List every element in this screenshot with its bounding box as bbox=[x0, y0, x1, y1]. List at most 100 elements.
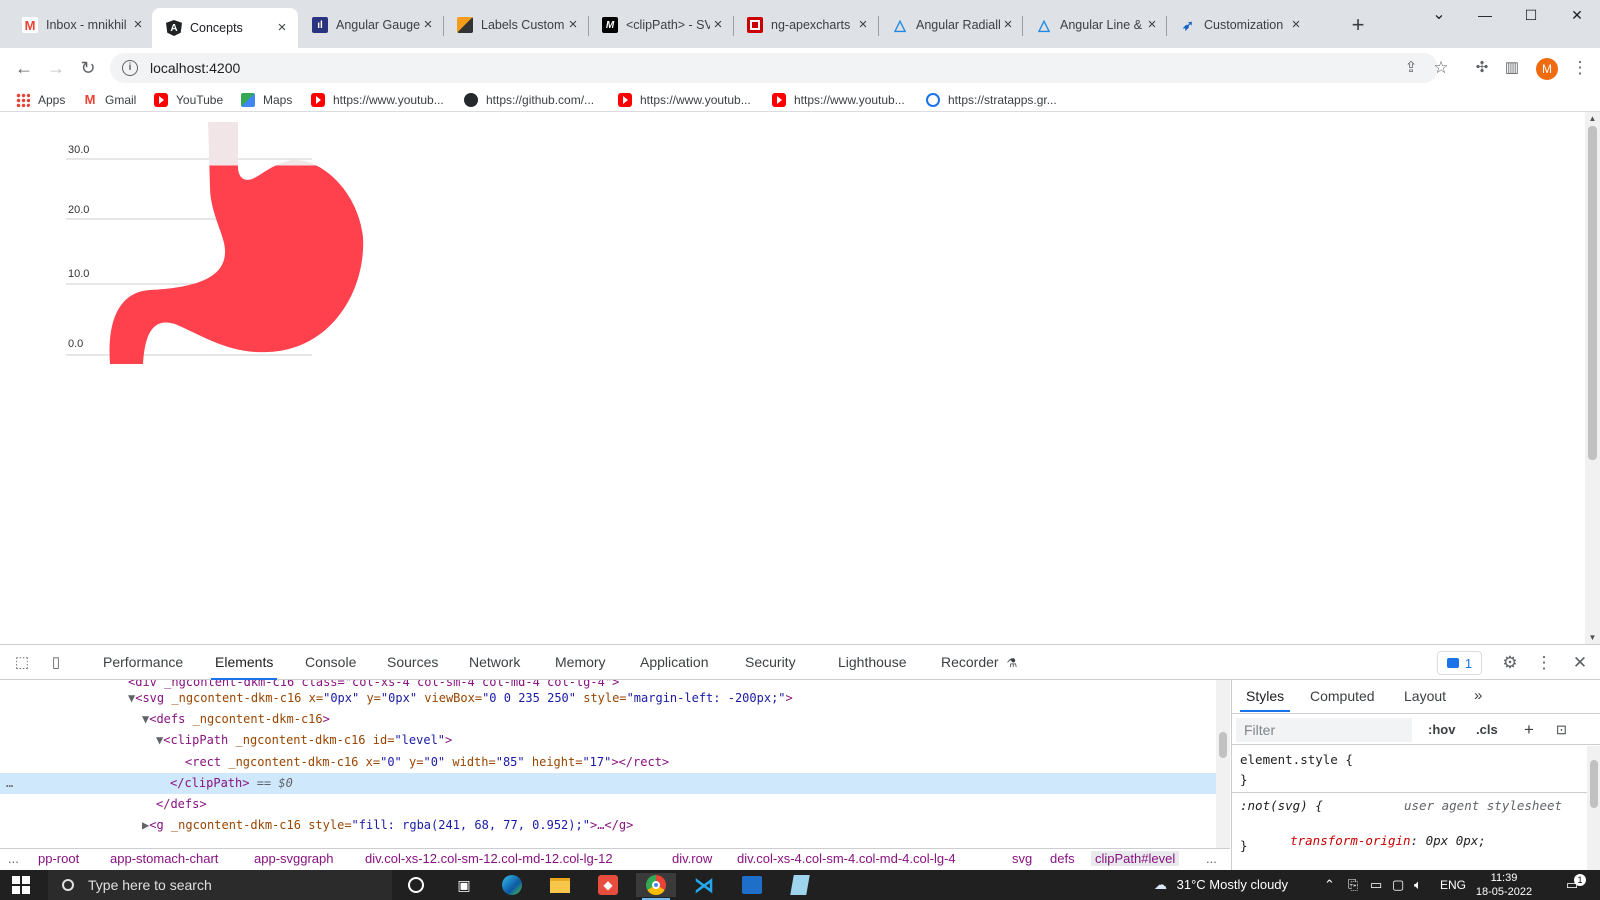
scrollbar-thumb[interactable] bbox=[1588, 126, 1597, 460]
side-panel-icon[interactable]: ▥ bbox=[1498, 54, 1526, 82]
chrome-icon[interactable] bbox=[636, 873, 676, 900]
notepad-icon[interactable] bbox=[780, 873, 820, 897]
bookmark-youtube-link[interactable]: https://www.youtub... bbox=[772, 91, 905, 109]
breadcrumb-item[interactable]: div.col-xs-4.col-sm-4.col-md-4.col-lg-4 bbox=[737, 851, 956, 866]
breadcrumb-overflow[interactable]: ... bbox=[8, 851, 19, 866]
inspect-element-icon[interactable]: ⬚ bbox=[10, 651, 34, 675]
devtools-tab-network[interactable]: Network bbox=[469, 645, 520, 680]
tab-ng-apexcharts[interactable]: ng-apexcharts × bbox=[733, 8, 879, 42]
devtools-tab-security[interactable]: Security bbox=[745, 645, 796, 680]
close-tab-icon[interactable]: × bbox=[565, 17, 581, 33]
tray-chevron-icon[interactable]: ⌃ bbox=[1324, 870, 1335, 900]
settings-gear-icon[interactable]: ⚙ bbox=[1498, 651, 1522, 675]
back-arrow-icon[interactable]: ← bbox=[10, 54, 38, 82]
photos-icon[interactable] bbox=[732, 873, 772, 897]
tab-search-button[interactable]: ⌄ bbox=[1416, 0, 1462, 32]
bookmark-stratapps[interactable]: https://stratapps.gr... bbox=[926, 91, 1057, 109]
close-tab-icon[interactable]: × bbox=[855, 17, 871, 33]
breadcrumb-item[interactable]: svg bbox=[1012, 851, 1032, 866]
styles-tab[interactable]: Styles bbox=[1239, 680, 1291, 712]
tab-clippath-mdn[interactable]: M <clipPath> - SV × bbox=[588, 8, 734, 42]
close-devtools-icon[interactable]: ✕ bbox=[1568, 651, 1592, 675]
close-tab-icon[interactable]: × bbox=[1288, 17, 1304, 33]
minimize-button[interactable]: — bbox=[1462, 0, 1508, 32]
scroll-down-arrow-icon[interactable]: ▼ bbox=[1585, 633, 1600, 642]
language-indicator[interactable]: ENG bbox=[1440, 870, 1466, 900]
bookmark-youtube[interactable]: YouTube bbox=[154, 91, 223, 109]
scrollbar-thumb[interactable] bbox=[1590, 760, 1598, 808]
scroll-up-arrow-icon[interactable]: ▲ bbox=[1585, 114, 1600, 123]
task-view-icon[interactable]: ▣ bbox=[444, 873, 484, 897]
page-scrollbar[interactable]: ▲ ▼ bbox=[1585, 112, 1600, 644]
bookmark-youtube-link[interactable]: https://www.youtub... bbox=[311, 91, 444, 109]
device-toolbar-icon[interactable]: ▯ bbox=[44, 651, 68, 675]
breadcrumb-item[interactable]: defs bbox=[1050, 851, 1075, 866]
breadcrumb-item[interactable]: div.row bbox=[672, 851, 712, 866]
git-client-icon[interactable]: ◆ bbox=[588, 873, 628, 897]
devtools-tab-elements[interactable]: Elements bbox=[210, 645, 278, 680]
battery-icon[interactable]: ▭ bbox=[1370, 870, 1382, 900]
extensions-puzzle-icon[interactable]: ✣ bbox=[1468, 54, 1496, 82]
share-icon[interactable]: ⇪ bbox=[1397, 54, 1425, 82]
devtools-tab-memory[interactable]: Memory bbox=[555, 645, 606, 680]
devtools-tab-lighthouse[interactable]: Lighthouse bbox=[838, 645, 907, 680]
devtools-tab-console[interactable]: Console bbox=[305, 645, 356, 680]
maximize-button[interactable]: ☐ bbox=[1508, 0, 1554, 32]
hover-state-toggle[interactable]: :hov bbox=[1428, 718, 1455, 742]
bookmark-star-icon[interactable]: ☆ bbox=[1427, 54, 1455, 82]
elements-scrollbar[interactable] bbox=[1216, 680, 1230, 848]
tab-inbox[interactable]: M Inbox - mnikhil × bbox=[8, 8, 154, 42]
toggle-sidebar-icon[interactable]: ⊡ bbox=[1556, 718, 1567, 742]
close-tab-icon[interactable]: × bbox=[1144, 17, 1160, 33]
devtools-tab-application[interactable]: Application bbox=[640, 645, 709, 680]
dom-node-line[interactable]: ▶<g _ngcontent-dkm-c16 style="fill: rgba… bbox=[0, 815, 1216, 836]
profile-avatar[interactable]: M bbox=[1536, 58, 1558, 80]
taskbar-search-box[interactable]: Type here to search bbox=[48, 870, 392, 900]
tab-angular-line[interactable]: △ Angular Line & × bbox=[1022, 8, 1168, 42]
issues-button[interactable]: 1 bbox=[1437, 651, 1482, 675]
tab-angular-radial[interactable]: △ Angular Radiall × bbox=[878, 8, 1024, 42]
rule-selector[interactable]: :not(svg) { bbox=[1240, 798, 1323, 813]
bookmark-youtube-link[interactable]: https://www.youtub... bbox=[618, 91, 751, 109]
file-explorer-icon[interactable] bbox=[540, 873, 580, 897]
windows-start-icon[interactable] bbox=[12, 876, 32, 894]
cortana-icon[interactable] bbox=[396, 873, 436, 897]
volume-icon[interactable]: 🔈︎ bbox=[1414, 870, 1422, 900]
breadcrumb-item[interactable]: app-stomach-chart bbox=[110, 851, 218, 866]
site-info-icon[interactable]: i bbox=[122, 60, 138, 76]
vscode-icon[interactable]: ⋊ bbox=[684, 873, 724, 897]
tab-concepts[interactable]: A Concepts × bbox=[152, 8, 298, 48]
more-tabs-chevron-icon[interactable]: » bbox=[1474, 680, 1482, 712]
scrollbar-thumb[interactable] bbox=[1219, 732, 1227, 758]
devtools-more-icon[interactable]: ⋮ bbox=[1532, 651, 1556, 675]
address-bar[interactable]: i localhost:4200 bbox=[110, 53, 1438, 83]
tab-customization[interactable]: ➶ Customization × bbox=[1166, 8, 1312, 42]
bookmark-gmail[interactable]: M Gmail bbox=[83, 91, 137, 109]
layout-tab[interactable]: Layout bbox=[1404, 680, 1446, 712]
reload-icon[interactable]: ↻ bbox=[74, 54, 102, 82]
new-tab-button[interactable]: + bbox=[1344, 12, 1372, 40]
forward-arrow-icon[interactable]: → bbox=[42, 54, 70, 82]
bookmark-github[interactable]: https://github.com/... bbox=[464, 91, 594, 109]
notifications-button[interactable]: ▭ 1 bbox=[1560, 870, 1586, 900]
computed-tab[interactable]: Computed bbox=[1310, 680, 1375, 712]
edge-browser-icon[interactable] bbox=[492, 873, 532, 897]
meet-now-icon[interactable]: ⎘ bbox=[1348, 870, 1358, 900]
dom-node-line[interactable]: </defs> bbox=[0, 794, 1216, 815]
selected-node-ellipsis[interactable]: … bbox=[6, 773, 13, 794]
close-tab-icon[interactable]: × bbox=[1000, 17, 1016, 33]
bookmark-maps[interactable]: Maps bbox=[241, 91, 292, 109]
close-tab-icon[interactable]: × bbox=[130, 17, 146, 33]
close-window-button[interactable]: ✕ bbox=[1554, 0, 1600, 32]
element-style-selector[interactable]: element.style { bbox=[1240, 752, 1353, 767]
dom-node-line[interactable]: <rect _ngcontent-dkm-c16 x="0" y="0" wid… bbox=[0, 752, 1216, 773]
breadcrumb-item[interactable]: app-svggraph bbox=[254, 851, 334, 866]
devtools-tab-sources[interactable]: Sources bbox=[387, 645, 438, 680]
tab-labels-customization[interactable]: Labels Customiz × bbox=[443, 8, 589, 42]
dom-node-line[interactable]: ▼<defs _ngcontent-dkm-c16> bbox=[0, 709, 1216, 730]
breadcrumb-item[interactable]: pp-root bbox=[38, 851, 79, 866]
devtools-tab-recorder[interactable]: Recorder ⚗ bbox=[941, 645, 1017, 680]
close-tab-icon[interactable]: × bbox=[274, 20, 290, 36]
close-tab-icon[interactable]: × bbox=[710, 17, 726, 33]
dom-node-line[interactable]: ▼<clipPath _ngcontent-dkm-c16 id="level"… bbox=[0, 730, 1216, 751]
